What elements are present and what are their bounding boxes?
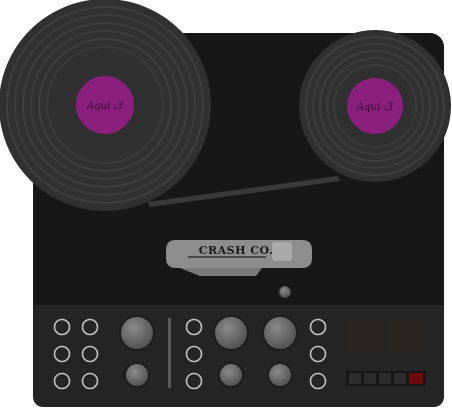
brand-label: CRASH CO. xyxy=(199,244,274,257)
right-reel-label-text: Aqui :3 xyxy=(356,102,393,113)
small-indicator-knob[interactable] xyxy=(278,285,292,299)
tone-knob-small-2[interactable] xyxy=(267,362,293,388)
transport-button[interactable] xyxy=(394,373,406,384)
left-reel-label-text: Aqui :3 xyxy=(86,101,123,112)
level-meter-left xyxy=(347,319,383,353)
level-meter-right xyxy=(389,319,425,353)
volume-knob-small-left[interactable] xyxy=(124,362,150,388)
transport-buttons xyxy=(346,371,426,386)
panel-divider xyxy=(168,318,171,388)
transport-button[interactable] xyxy=(364,373,376,384)
tone-knob-small-1[interactable] xyxy=(218,362,244,388)
record-button[interactable] xyxy=(409,373,423,384)
volume-knob-large-left[interactable] xyxy=(119,315,155,351)
tape-head xyxy=(272,242,292,261)
tone-knob-large-1[interactable] xyxy=(213,315,249,351)
tone-knob-large-2[interactable] xyxy=(262,315,298,351)
tape-recorder-illustration: Aqui :3 Aqui :3 CRASH CO. xyxy=(0,0,451,407)
transport-button[interactable] xyxy=(349,373,361,384)
right-reel: Aqui :3 xyxy=(299,30,451,182)
transport-button[interactable] xyxy=(379,373,391,384)
left-reel: Aqui :3 xyxy=(0,0,211,211)
